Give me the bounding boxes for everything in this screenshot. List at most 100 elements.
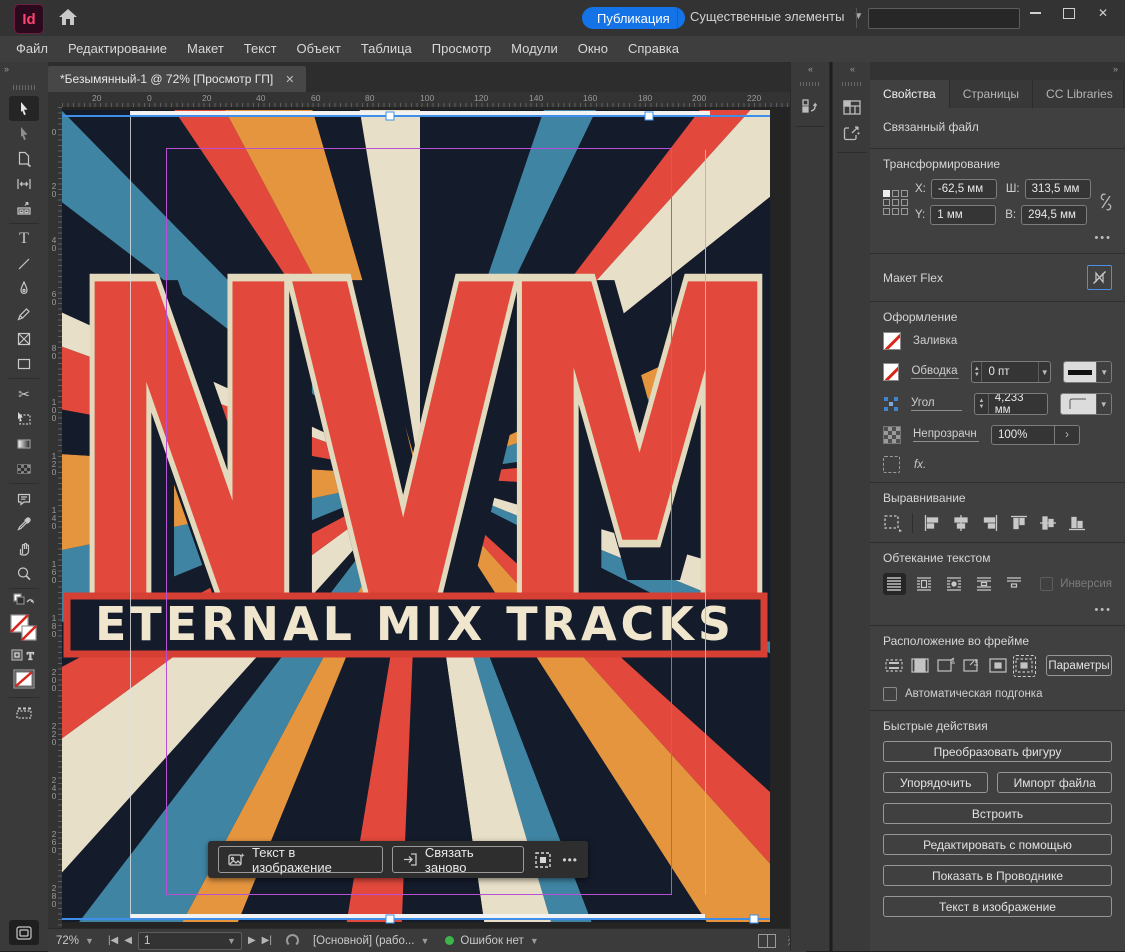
page-number-field[interactable]: 1 ▼ [138,932,242,950]
tab-cc-libraries[interactable]: CC Libraries [1033,80,1124,108]
embed-button[interactable]: Встроить [883,803,1112,824]
fit-frame-to-content-icon[interactable] [935,656,956,676]
menu-table[interactable]: Таблица [351,36,422,62]
share-export-icon[interactable] [838,120,866,146]
tool-pen[interactable] [9,276,39,301]
tool-hand[interactable] [9,536,39,561]
opacity-expand-icon[interactable]: › [1055,425,1080,445]
previous-page-button[interactable]: ◀ [124,935,132,946]
default-fill-stroke-icon[interactable] [9,591,39,611]
flex-layout-toggle-icon[interactable] [1087,265,1112,290]
split-layout-icon[interactable] [758,934,776,948]
menu-edit[interactable]: Редактирование [58,36,177,62]
edit-with-button[interactable]: Редактировать с помощью [883,834,1112,855]
zoom-level[interactable]: 72% [56,935,79,947]
text-to-image-button[interactable]: Текст в изображение [218,846,383,873]
fit-content-proportionally-icon[interactable] [909,656,930,676]
tool-pencil[interactable] [9,301,39,326]
stroke-link[interactable]: Обводка [911,365,959,379]
arrange-button[interactable]: Упорядочить [883,772,988,793]
tab-pages[interactable]: Страницы [950,80,1033,108]
panel-expand-icon[interactable]: » [870,62,1125,80]
vertical-ruler[interactable]: 020406080100120140160180200220240260280 [48,107,62,928]
dock-grip[interactable] [842,82,862,86]
align-to-icon[interactable] [883,513,903,533]
constrain-proportions-broken-link-icon[interactable] [1098,192,1114,212]
wrap-jump-next-column-icon[interactable] [1002,573,1025,595]
close-button[interactable]: ✕ [1086,0,1120,26]
tab-properties[interactable]: Свойства [870,80,950,108]
autofit-checkbox[interactable] [883,687,897,701]
fill-frame-proportionally-icon[interactable] [883,656,904,676]
stroke-swatch[interactable] [883,363,899,381]
apply-none-swatch[interactable] [9,665,39,695]
tool-content-collector[interactable] [9,196,39,221]
formatting-container-text-toggle[interactable]: T [9,645,39,665]
placed-image[interactable]: NVM NVM ETERNAL MIX TRACKS Текст [62,110,770,922]
content-aware-fit-icon[interactable] [533,850,553,870]
first-page-button[interactable]: |◀ [108,935,118,946]
width-field[interactable]: 313,5 мм [1025,179,1091,199]
zoom-chevron-icon[interactable]: ▼ [85,936,94,946]
last-page-button[interactable]: ▶| [262,935,272,946]
selection-handle[interactable] [386,112,395,121]
corner-style-dropdown[interactable]: ▼ [1060,393,1112,415]
menu-type[interactable]: Текст [234,36,287,62]
reference-point-grid[interactable] [883,190,908,215]
tool-type[interactable]: T [9,226,39,251]
x-field[interactable]: -62,5 мм [931,179,997,199]
preflight-icon[interactable] [286,934,299,947]
tool-scissors[interactable]: ✂ [9,381,39,406]
document-tab-close-icon[interactable]: ✕ [285,73,294,86]
ruler-corner[interactable] [48,92,63,108]
publish-button[interactable]: Публикация [582,7,685,29]
selection-handle[interactable] [645,112,654,121]
cell-strokes-icon[interactable] [9,700,39,725]
workspace-switcher[interactable]: Существенные элементы ▼ [690,9,863,24]
canvas[interactable]: NVM NVM ETERNAL MIX TRACKS Текст [62,107,790,928]
tools-panel-expand[interactable]: » [0,62,52,82]
opacity-field[interactable]: 100% [991,425,1055,445]
align-top-icon[interactable] [1009,513,1029,533]
tool-line[interactable] [9,251,39,276]
opacity-link[interactable]: Непрозрачн [913,428,979,442]
tool-gap[interactable] [9,171,39,196]
tool-eyedropper[interactable] [9,511,39,536]
mask-icon[interactable] [883,456,900,473]
search-input[interactable] [868,8,1020,29]
dock-grip[interactable] [800,82,820,86]
menu-view[interactable]: Просмотр [422,36,501,62]
tool-frame[interactable] [9,326,39,351]
dock-collapse-icon[interactable]: « [791,62,829,80]
menu-file[interactable]: Файл [6,36,58,62]
tool-gradient-swatch[interactable] [9,431,39,456]
align-center-horizontal-icon[interactable] [951,513,971,533]
menu-help[interactable]: Справка [618,36,689,62]
align-bottom-icon[interactable] [1067,513,1087,533]
selection-handle[interactable] [386,915,395,924]
wrap-object-shape-icon[interactable] [943,573,966,595]
selection-handle[interactable] [750,915,759,924]
stroke-style-dropdown[interactable]: ▼ [1063,361,1112,383]
fill-stroke-swatches[interactable] [9,611,39,645]
align-right-icon[interactable] [980,513,1000,533]
text-to-image-quick-button[interactable]: Текст в изображение [883,896,1112,917]
tool-free-transform[interactable] [9,406,39,431]
home-icon[interactable] [58,8,82,30]
grid-panel-icon[interactable] [838,94,866,120]
screen-mode-button[interactable] [9,920,39,945]
wrap-bounding-box-icon[interactable] [913,573,936,595]
stroke-weight-stepper[interactable]: ▲▼ 0 пт ▼ [971,361,1051,383]
height-field[interactable]: 294,5 мм [1021,205,1087,225]
wrap-jump-object-icon[interactable] [973,573,996,595]
horizontal-ruler[interactable]: 20020406080100120140160180200220 [62,92,790,107]
convert-shape-button[interactable]: Преобразовать фигуру [883,741,1112,762]
menu-layout[interactable]: Макет [177,36,234,62]
center-content-icon[interactable] [988,656,1009,676]
menu-object[interactable]: Объект [287,36,351,62]
document-tab[interactable]: *Безымянный-1 @ 72% [Просмотр ГП] ✕ [48,66,306,92]
more-options-icon[interactable]: ••• [562,853,578,867]
tool-rectangle[interactable] [9,351,39,376]
tool-page[interactable] [9,146,39,171]
import-file-button[interactable]: Импорт файла [997,772,1112,793]
